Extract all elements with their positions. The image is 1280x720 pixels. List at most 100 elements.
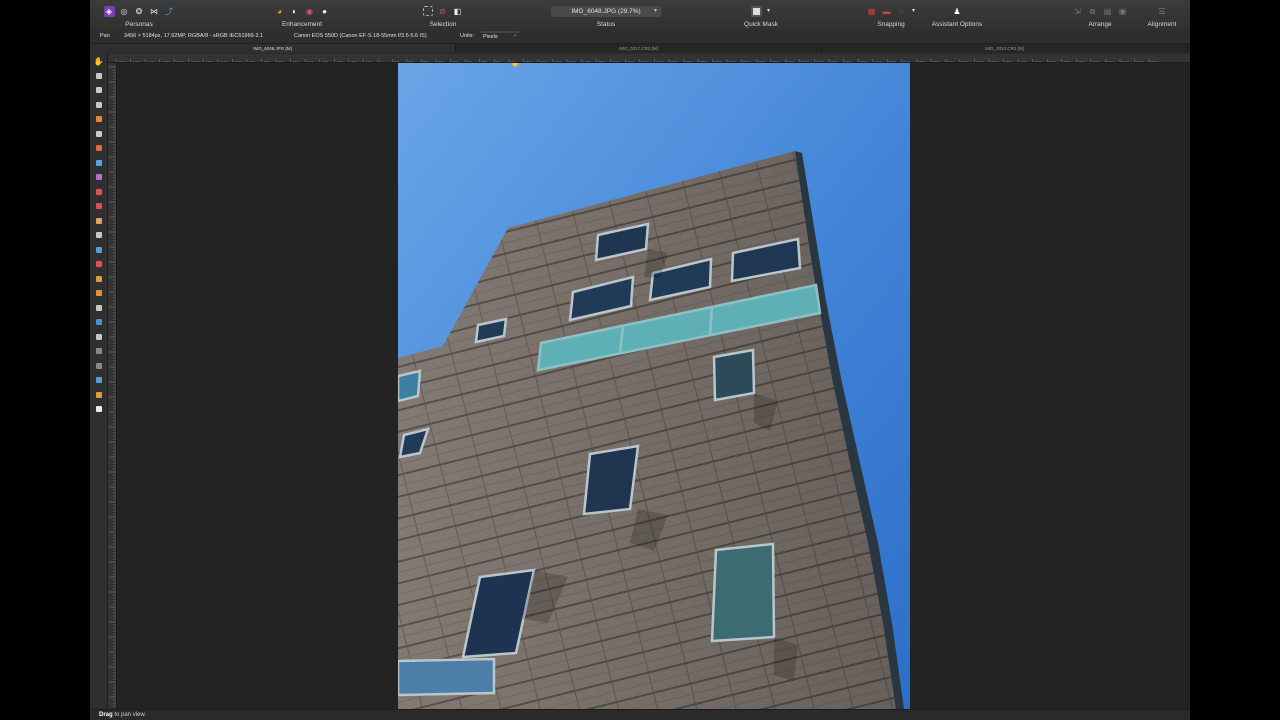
smudge-tool[interactable] [90,257,107,272]
flood-fill-tool[interactable] [90,156,107,171]
tool-name: Pan [100,33,110,39]
zoom-tool[interactable] [90,373,107,388]
assistant-group: ♟ Assistant Options [926,2,988,29]
doc-tab-label: IMG_6048.JPG [M] [253,46,292,51]
selection-group: ⊘ ◧ Selection [408,2,478,28]
horizontal-ruler: -1800 -1700 -1600 -1500 -1400 -1300 -1200 -1100… [108,54,1190,63]
enhancement-label: Enhancement [281,21,323,28]
deselect-icon[interactable]: ⊘ [437,6,448,17]
status-dropdown[interactable]: IMG_6048.JPG (29.7%) ▾ [551,5,661,17]
building-photo [398,63,910,709]
snapping-grid-icon[interactable]: ▦ [866,6,877,17]
doc-tab-2[interactable]: IMG_0217.CR2 [M] [456,44,822,53]
snapping-group: ▦ ▬ ∩ ▾ Snapping [862,2,920,29]
canvas-area[interactable]: ✋ [117,63,1190,709]
snapping-toggle-icon[interactable]: ▬ [881,6,892,17]
color-picker-icon [95,87,102,94]
window [582,444,640,516]
gradient-tool[interactable] [90,170,107,185]
move-forward-one-icon[interactable]: ▤ [1102,6,1113,17]
marquee-icon [95,130,102,137]
photo-persona-icon[interactable]: ◈ [103,5,115,17]
hand-tool[interactable]: ✋ [90,54,107,69]
snapping-label: Snapping [877,21,905,28]
quick-mask-icon[interactable] [751,5,762,17]
context-toolbar: Pan 3456 × 5184px, 17.92MP, RGBA/8 - sRG… [90,30,1190,44]
selection-label: Selection [429,21,457,28]
develop-persona-icon[interactable]: ❂ [134,6,145,17]
erase-icon [95,217,102,224]
units-value: Pixels [483,34,498,40]
personas-group: ◈ ◎ ❂ ⋈ ⤴ Personas [94,2,184,28]
dodge-tool[interactable] [90,228,107,243]
camera-info: Canon EOS 550D (Canon EF-S 18-55mm f/3.5… [294,33,427,39]
move-tool[interactable] [90,69,107,84]
window [712,348,756,402]
liquify-persona-icon[interactable]: ◎ [119,6,130,17]
status-hint: Drag to pan view. [99,712,146,718]
selection-brush-tool[interactable] [90,112,107,127]
image-info: 3456 × 5184px, 17.92MP, RGBA/8 - sRGB IE… [124,33,264,39]
vertical-ruler-ticks [109,66,116,707]
paint-brush-tool[interactable] [90,185,107,200]
auto-white-balance-icon[interactable]: ● [319,6,330,17]
auto-colors-icon[interactable]: ◉ [304,6,315,17]
freehand-selection-tool[interactable] [90,141,107,156]
move-back-one-icon[interactable]: ⧉ [1087,6,1098,17]
snapping-magnet-icon[interactable]: ∩ [896,6,907,17]
vertical-ruler [108,63,117,709]
select-all-icon[interactable] [423,6,433,16]
bg-color-swatch[interactable] [90,402,107,417]
zoom-icon [95,377,102,384]
marquee-tool[interactable] [90,127,107,142]
invert-selection-icon[interactable]: ◧ [452,6,463,17]
status-label: Status [596,21,616,28]
quick-mask-chevron-icon[interactable]: ▾ [766,6,771,17]
status-hint-text: to pan view. [112,712,147,718]
doc-tab-1[interactable]: IMG_6048.JPG [M] [90,44,456,53]
units-select[interactable]: Pixels ⌃ [480,31,520,40]
app-window: ◈ ◎ ❂ ⋈ ⤴ Personas ◕ ◐ ◉ ● Enhancement ⊘… [90,0,1190,720]
quick-mask-group: ▾ Quick Mask [738,2,784,28]
auto-contrast-icon[interactable]: ◐ [289,6,300,17]
freehand-selection-icon [95,145,102,152]
tone-mapping-persona-icon[interactable]: ⋈ [149,6,160,17]
red-eye-icon [95,275,102,282]
mesh-warp-icon [95,348,102,355]
shape-tool[interactable] [90,315,107,330]
node-icon [95,304,102,311]
crop-icon [95,101,102,108]
units-chevron-icon: ⌃ [513,34,517,39]
fg-color-swatch[interactable] [90,388,107,403]
crop-tool[interactable] [90,98,107,113]
move-to-back-icon[interactable]: ⇲ [1072,6,1083,17]
personas-label: Personas [125,21,153,28]
status-hint-action: Drag [99,712,113,718]
alignment-icon[interactable]: ☰ [1157,6,1168,17]
assistant-icon[interactable]: ♟ [952,6,963,17]
tools-panel: ✋ [90,54,108,710]
red-eye-tool[interactable] [90,272,107,287]
gradient-icon [95,174,102,181]
color-picker-tool[interactable] [90,83,107,98]
document-tabs: IMG_6048.JPG [M] IMG_0217.CR2 [M] IMG_03… [90,44,1190,53]
export-persona-icon[interactable]: ⤴ [164,6,175,17]
inpainting-tool[interactable] [90,359,107,374]
healing-tool[interactable] [90,286,107,301]
auto-levels-icon[interactable]: ◕ [274,6,285,17]
arrange-group: ⇲ ⧉ ▤ ▣ Arrange [1062,2,1138,29]
blur-tool[interactable] [90,243,107,258]
clone-icon [95,203,102,210]
smudge-icon [95,261,102,268]
node-tool[interactable] [90,301,107,316]
snapping-chevron-icon[interactable]: ▾ [911,6,916,17]
mesh-warp-tool[interactable] [90,344,107,359]
flood-fill-icon [95,159,102,166]
text-tool[interactable] [90,330,107,345]
doc-tab-label: IMG_0310.CR2 [M] [985,46,1024,51]
erase-tool[interactable] [90,214,107,229]
move-to-front-icon[interactable]: ▣ [1117,6,1128,17]
doc-tab-3[interactable]: IMG_0310.CR2 [M] [822,44,1188,53]
clone-tool[interactable] [90,199,107,214]
paint-brush-icon [95,188,102,195]
